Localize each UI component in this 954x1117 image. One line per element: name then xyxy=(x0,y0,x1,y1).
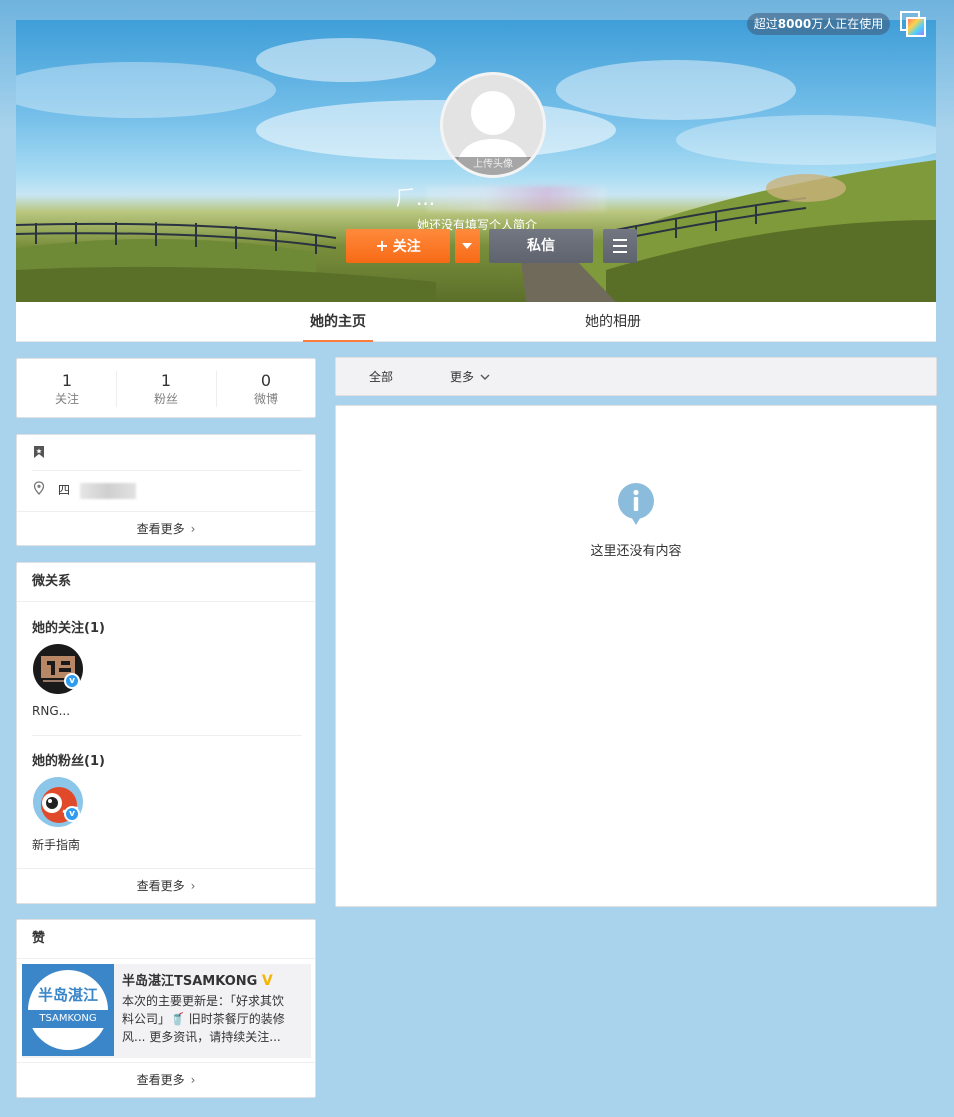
profile-avatar[interactable]: 上传头像 xyxy=(440,72,546,178)
relations-card: 微关系 她的关注(1) v RNG... 她的粉丝(1) v 新手指南 查看更多… xyxy=(16,562,316,904)
liked-account-name[interactable]: 半岛湛江TSAMKONG V xyxy=(122,970,273,989)
plus-icon: + xyxy=(375,236,389,255)
likes-card: 赞 半岛湛江 TSAMKONG 半岛湛江TSAMKONG V 本次的主要更新是：… xyxy=(16,919,316,1098)
following-title[interactable]: 她的关注(1) xyxy=(32,617,105,636)
message-button-label: 私信 xyxy=(527,238,555,254)
info-icon xyxy=(618,483,654,525)
cover-banner: 上传头像 𠂆... 她还没有填写个人简介 + 关注 私信 xyxy=(16,20,936,302)
verified-gold-icon: V xyxy=(261,973,273,989)
likes-more-link[interactable]: 查看更多 › xyxy=(17,1062,315,1098)
chevron-down-icon xyxy=(480,374,490,380)
empty-message: 这里还没有内容 xyxy=(590,544,682,559)
bookmark-icon xyxy=(34,446,44,458)
basic-info-card: 四 查看更多 › xyxy=(16,434,316,546)
usage-badge: 超过8000万人正在使用 xyxy=(747,13,890,35)
liked-account-desc: 本次的主要更新是：「好求其饮 料公司」🥤 旧时茶餐厅的装修 风... 更多资讯，… xyxy=(122,994,285,1044)
liked-account-thumbnail[interactable]: 半岛湛江 TSAMKONG xyxy=(22,964,114,1056)
thumb-sub-text: TSAMKONG xyxy=(26,1010,110,1028)
following-name[interactable]: RNG... xyxy=(32,704,70,718)
relations-title: 微关系 xyxy=(32,574,72,589)
profile-tabs: 她的主页 她的相册 xyxy=(16,302,936,342)
tab-her-home[interactable]: 她的主页 xyxy=(303,302,373,342)
filter-all[interactable]: 全部 xyxy=(369,358,393,396)
thumb-title-text: 半岛湛江 xyxy=(37,986,98,1004)
follow-button-label: 关注 xyxy=(392,239,421,255)
location-redaction xyxy=(80,483,136,499)
follow-dropdown-button[interactable] xyxy=(455,229,480,263)
following-count[interactable]: 1 关注 xyxy=(17,371,117,407)
chevron-right-icon: › xyxy=(190,1073,196,1087)
counts-card: 1 关注 1 粉丝 0 微博 xyxy=(16,358,316,418)
fans-count[interactable]: 1 粉丝 xyxy=(116,371,216,407)
profile-nickname: 𠂆... xyxy=(396,186,436,210)
feed-empty-panel: 这里还没有内容 xyxy=(335,405,937,907)
likes-title: 赞 xyxy=(32,931,46,946)
chevron-right-icon: › xyxy=(190,879,196,893)
weibo-count[interactable]: 0 微博 xyxy=(216,371,316,407)
verified-badge-icon: v xyxy=(64,806,80,822)
fans-title[interactable]: 她的粉丝(1) xyxy=(32,750,105,769)
more-menu-button[interactable] xyxy=(603,229,637,263)
liked-account-item[interactable]: 半岛湛江 TSAMKONG 半岛湛江TSAMKONG V 本次的主要更新是：「好… xyxy=(22,964,311,1058)
nickname-redaction xyxy=(426,186,606,212)
follow-button[interactable]: + 关注 xyxy=(346,229,450,263)
tab-her-album[interactable]: 她的相册 xyxy=(578,302,648,342)
location-text: 四 xyxy=(58,483,71,497)
message-button[interactable]: 私信 xyxy=(489,229,593,263)
upload-avatar-label[interactable]: 上传头像 xyxy=(443,157,543,175)
filter-more[interactable]: 更多 xyxy=(450,358,490,396)
verified-badge-icon: v xyxy=(64,673,80,689)
relations-more-link[interactable]: 查看更多 › xyxy=(17,868,315,904)
fan-name[interactable]: 新手指南 xyxy=(32,836,80,853)
chevron-right-icon: › xyxy=(190,522,196,536)
info-row-tag xyxy=(32,435,302,471)
menu-icon xyxy=(613,239,627,241)
info-more-link[interactable]: 查看更多 › xyxy=(17,511,315,547)
info-row-location: 四 xyxy=(32,471,302,507)
feed-filter-bar: 全部 更多 xyxy=(335,357,937,396)
skin-palette-icon[interactable] xyxy=(900,11,926,37)
location-pin-icon xyxy=(33,481,45,495)
